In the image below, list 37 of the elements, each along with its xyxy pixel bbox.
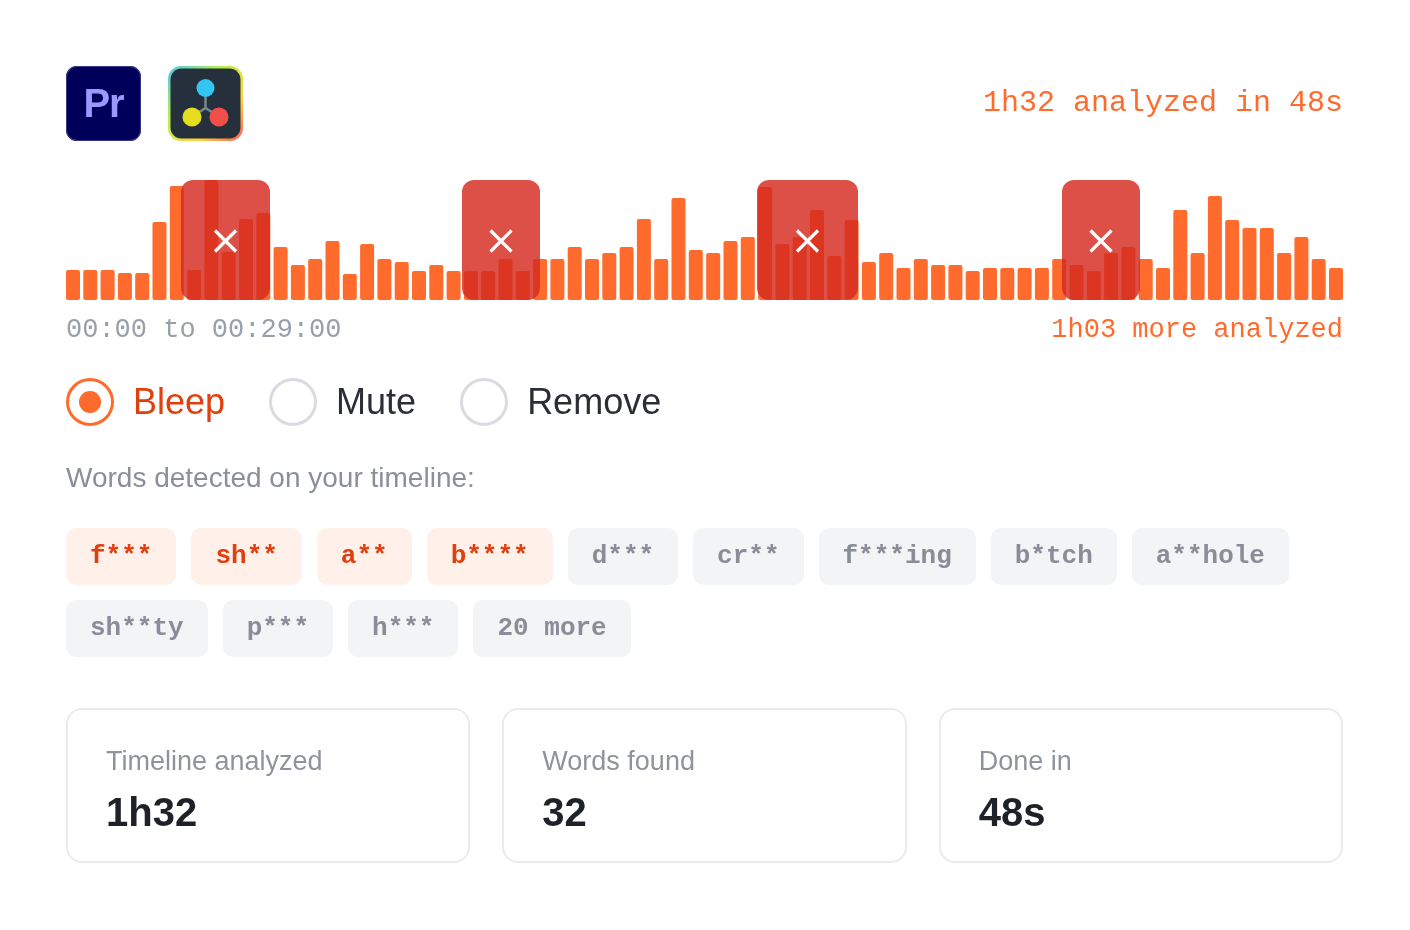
word-tag: p*** [222, 600, 334, 657]
more-analyzed-text: 1h03 more analyzed [1051, 314, 1343, 346]
close-icon[interactable] [213, 229, 238, 253]
stat-label: Timeline analyzed [106, 745, 324, 778]
bleep-marker[interactable] [462, 180, 540, 300]
close-icon[interactable] [1089, 229, 1113, 253]
stat-label: Done in [978, 745, 1073, 778]
close-icon[interactable] [795, 229, 820, 253]
word-tag: f***ing [818, 528, 976, 585]
stat-value: 48s [978, 789, 1047, 836]
summary-text: 1h32 analyzed in 48s [982, 85, 1343, 122]
radio-button[interactable] [66, 378, 114, 426]
word-tag: h*** [348, 600, 459, 657]
bleep-marker[interactable] [1062, 180, 1140, 300]
stat-label: Words found [542, 745, 696, 778]
word-tag: a** [316, 528, 412, 585]
resolve-logo-icon [168, 66, 243, 141]
words-heading: Words detected on your timeline: [66, 461, 476, 495]
word-tag: 20 more [473, 600, 631, 657]
word-tag: sh**ty [66, 600, 208, 657]
word-tag: sh** [191, 528, 302, 585]
word-tag: a**hole [1131, 528, 1289, 585]
stat-value: 32 [542, 789, 588, 836]
close-icon[interactable] [489, 229, 513, 253]
time-range: 00:00 to 00:29:00 [66, 314, 342, 346]
word-tag: b**** [426, 528, 553, 585]
bleep-marker[interactable] [757, 180, 858, 300]
stat-value: 1h32 [106, 789, 199, 836]
word-tag: cr** [693, 528, 804, 585]
premiere-logo: Pr [66, 66, 141, 141]
word-tag: b*tch [990, 528, 1117, 585]
word-tag: d*** [567, 528, 679, 585]
bleep-marker[interactable] [181, 180, 270, 300]
word-tag: f*** [66, 528, 177, 585]
option-label[interactable]: Remove [527, 380, 662, 424]
option-label[interactable]: Bleep [133, 380, 226, 424]
option-label[interactable]: Mute [336, 380, 417, 424]
